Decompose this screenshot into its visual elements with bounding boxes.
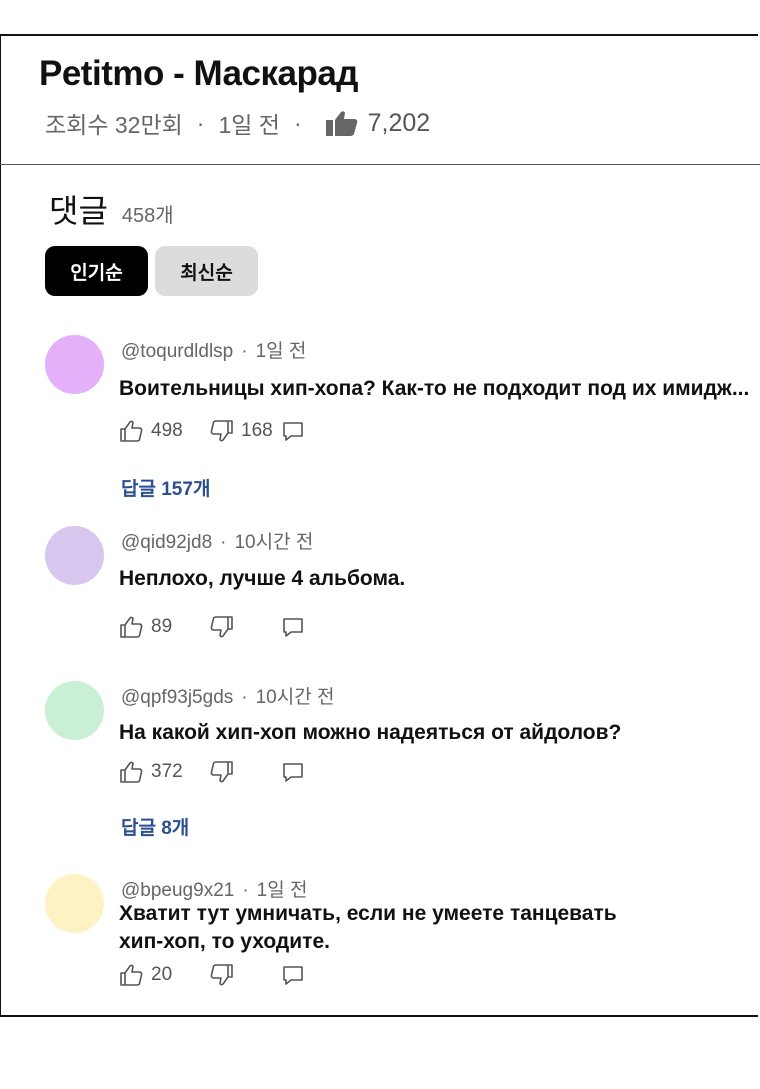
comments-title: 댓글 <box>49 193 108 229</box>
thumbs-up-icon <box>120 964 143 986</box>
dislike-button[interactable] <box>210 616 233 638</box>
reply-icon <box>282 616 304 638</box>
like-count: 372 <box>151 761 183 782</box>
thumbs-down-icon <box>210 616 233 638</box>
comment-author[interactable]: @toqurdldlsp <box>121 341 233 362</box>
like-count: 20 <box>151 964 173 985</box>
reply-button[interactable] <box>282 964 304 986</box>
dislike-button[interactable]: 168 <box>210 420 273 442</box>
video-like-count: 7,202 <box>367 108 431 137</box>
like-button[interactable]: 498 <box>120 420 183 442</box>
thumbs-up-icon <box>120 761 143 783</box>
comment-author[interactable]: @qpf93j5gds <box>121 687 233 708</box>
comment-text-line: Хватит тут умничать, если не умеете танц… <box>119 902 617 925</box>
thumbs-down-icon <box>210 964 233 986</box>
comment-text-line: хип-хоп, то уходите. <box>119 930 330 953</box>
comment-text: Хватит тут умничать, если не умеете танц… <box>119 900 617 956</box>
comment-meta: @qpf93j5gds · 10시간 전 <box>121 682 334 709</box>
comment-time: 10시간 전 <box>255 687 335 708</box>
dislike-count: 168 <box>241 420 273 441</box>
thumbs-up-icon <box>120 616 143 638</box>
comment-time: 1일 전 <box>255 341 307 362</box>
comment-text: Неплохо, лучше 4 альбома. <box>119 567 406 590</box>
thumbs-up-icon <box>120 420 143 442</box>
reply-button[interactable] <box>282 761 304 783</box>
like-count: 498 <box>151 420 183 441</box>
comment-time: 10시간 전 <box>234 532 314 553</box>
like-button[interactable]: 372 <box>120 761 183 783</box>
meta-separator: · <box>241 341 248 362</box>
reply-icon <box>282 964 304 986</box>
like-button[interactable]: 20 <box>120 964 172 986</box>
dislike-button[interactable] <box>210 761 233 783</box>
sort-latest-button[interactable]: 최신순 <box>155 246 258 296</box>
view-replies-link[interactable]: 답글 157개 <box>121 474 210 501</box>
comment-text: На какой хип-хоп можно надеяться от айдо… <box>119 721 622 744</box>
comment-meta: @bpeug9x21 · 1일 전 <box>121 875 307 902</box>
comment-time: 1일 전 <box>256 880 308 901</box>
meta-separator: · <box>196 109 205 136</box>
view-count: 조회수 32만회 <box>45 112 183 138</box>
meta-separator: · <box>293 109 302 136</box>
avatar[interactable] <box>45 681 104 740</box>
reply-icon <box>282 420 304 442</box>
thumbs-down-icon <box>210 420 233 442</box>
comment-meta: @qid92jd8 · 10시간 전 <box>121 527 313 554</box>
view-replies-link[interactable]: 답글 8개 <box>121 813 189 840</box>
reply-icon <box>282 761 304 783</box>
thumbs-up-icon[interactable] <box>325 110 358 136</box>
comment-meta: @toqurdldlsp · 1일 전 <box>121 336 306 363</box>
comments-header: 댓글 458개 <box>49 186 174 232</box>
comment-text: Воительницы хип-хопа? Как-то не подходит… <box>119 377 750 400</box>
meta-separator: · <box>220 532 227 553</box>
avatar[interactable] <box>45 335 104 394</box>
upload-age: 1일 전 <box>218 112 280 138</box>
comment-author[interactable]: @bpeug9x21 <box>121 880 234 901</box>
video-title: Petitmo - Маскарад <box>39 54 359 93</box>
comments-count: 458개 <box>121 205 174 227</box>
dislike-button[interactable] <box>210 964 233 986</box>
avatar[interactable] <box>45 526 104 585</box>
sort-popular-button[interactable]: 인기순 <box>45 246 148 296</box>
video-meta: 조회수 32만회 · 1일 전 · 7,202 <box>45 106 430 140</box>
meta-separator: · <box>241 687 248 708</box>
content-frame <box>0 34 758 1017</box>
comment-author[interactable]: @qid92jd8 <box>121 532 212 553</box>
avatar[interactable] <box>45 874 104 933</box>
like-count: 89 <box>151 616 173 637</box>
reply-button[interactable] <box>282 420 304 442</box>
reply-button[interactable] <box>282 616 304 638</box>
like-button[interactable]: 89 <box>120 616 172 638</box>
thumbs-down-icon <box>210 761 233 783</box>
meta-separator: · <box>242 880 249 901</box>
